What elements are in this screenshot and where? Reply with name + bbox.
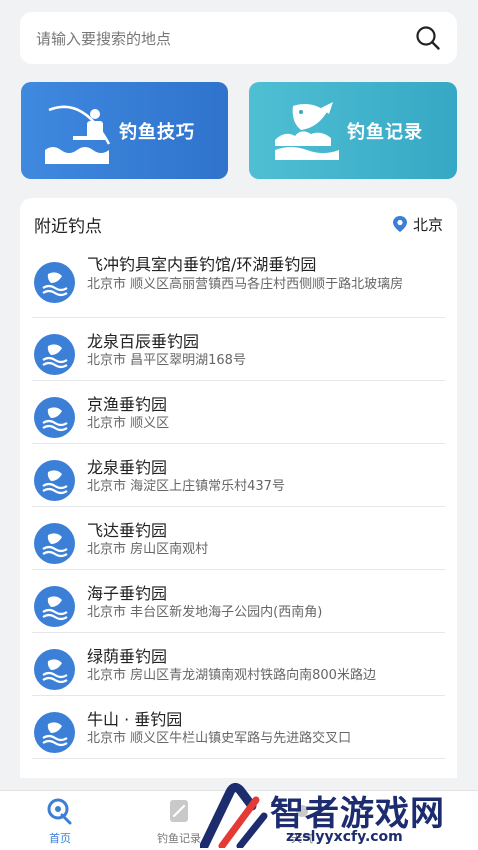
record-note-icon bbox=[170, 800, 188, 822]
fishing-record-card[interactable]: 钓鱼记录 bbox=[249, 82, 457, 179]
list-item[interactable]: 龙泉百辰垂钓园 北京市 昌平区翠明湖168号 bbox=[32, 318, 445, 381]
nearby-spots-panel: 附近钓点 北京 飞冲钓具室内垂钓馆/环湖垂钓园 北京市 顺义区高丽营镇西马各庄村… bbox=[20, 198, 457, 778]
fishing-tips-card[interactable]: 钓鱼技巧 bbox=[21, 82, 228, 179]
search-icon[interactable] bbox=[415, 25, 441, 51]
fish-record-icon bbox=[275, 102, 339, 160]
home-fishing-icon bbox=[47, 798, 72, 825]
spot-address: 北京市 房山区青龙湖镇南观村铁路向南800米路边 bbox=[87, 668, 376, 683]
list-item[interactable]: 牛山 · 垂钓园 北京市 顺义区牛栏山镇史军路与先进路交叉口 bbox=[32, 696, 445, 759]
watermark: 智者游戏网 zzslyyxcfy.com bbox=[200, 780, 478, 850]
spot-address: 北京市 海淀区上庄镇常乐村437号 bbox=[87, 479, 285, 494]
fishing-spot-icon bbox=[34, 334, 75, 375]
spot-name: 海子垂钓园 bbox=[87, 584, 168, 603]
search-input[interactable]: 请输入要搜索的地点 bbox=[36, 28, 415, 49]
spot-name: 龙泉百辰垂钓园 bbox=[87, 332, 200, 351]
fishing-spot-icon bbox=[34, 397, 75, 438]
list-item[interactable]: 绿荫垂钓园 北京市 房山区青龙湖镇南观村铁路向南800米路边 bbox=[32, 633, 445, 696]
spot-name: 牛山 · 垂钓园 bbox=[87, 710, 183, 729]
fishing-spot-icon bbox=[34, 586, 75, 627]
fishing-spot-icon bbox=[34, 262, 75, 303]
fishing-tips-label: 钓鱼技巧 bbox=[119, 121, 195, 143]
spot-address: 北京市 房山区南观村 bbox=[87, 542, 209, 557]
watermark-brand: 智者游戏网 bbox=[270, 794, 445, 834]
spot-address: 北京市 顺义区 bbox=[87, 416, 170, 431]
fishing-spot-icon bbox=[34, 712, 75, 753]
spot-name: 飞冲钓具室内垂钓馆/环湖垂钓园 bbox=[87, 255, 317, 274]
spot-address: 北京市 顺义区牛栏山镇史军路与先进路交叉口 bbox=[87, 731, 352, 746]
city-selector[interactable]: 北京 bbox=[392, 214, 443, 235]
watermark-logo-icon bbox=[200, 782, 268, 848]
list-item[interactable]: 海子垂钓园 北京市 丰台区新发地海子公园内(西南角) bbox=[32, 570, 445, 633]
spot-address: 北京市 丰台区新发地海子公园内(西南角) bbox=[87, 605, 323, 620]
list-item[interactable]: 龙泉垂钓园 北京市 海淀区上庄镇常乐村437号 bbox=[32, 444, 445, 507]
city-name: 北京 bbox=[412, 215, 443, 234]
spot-address: 北京市 昌平区翠明湖168号 bbox=[87, 353, 246, 368]
fishing-spot-icon bbox=[34, 649, 75, 690]
spot-name: 京渔垂钓园 bbox=[87, 395, 168, 414]
list-item[interactable]: 飞冲钓具室内垂钓馆/环湖垂钓园 北京市 顺义区高丽营镇西马各庄村西侧顺于路北玻璃… bbox=[32, 250, 445, 318]
spot-name: 飞达垂钓园 bbox=[87, 521, 168, 540]
fishing-record-label: 钓鱼记录 bbox=[347, 121, 423, 143]
list-item[interactable]: 飞达垂钓园 北京市 房山区南观村 bbox=[32, 507, 445, 570]
spot-address: 北京市 顺义区高丽营镇西马各庄村西侧顺于路北玻璃房 bbox=[87, 277, 404, 292]
location-pin-icon bbox=[392, 216, 407, 232]
nearby-title: 附近钓点 bbox=[34, 216, 102, 237]
list-item[interactable]: 京渔垂钓园 北京市 顺义区 bbox=[32, 381, 445, 444]
nearby-header: 附近钓点 北京 bbox=[20, 198, 457, 250]
tab-home-label: 首页 bbox=[49, 832, 71, 845]
fishing-spot-icon bbox=[34, 523, 75, 564]
spot-name: 龙泉垂钓园 bbox=[87, 458, 168, 477]
watermark-site: zzslyyxcfy.com bbox=[286, 829, 403, 845]
tab-home[interactable]: 首页 bbox=[20, 797, 100, 846]
spot-name: 绿荫垂钓园 bbox=[87, 647, 168, 666]
fisherman-icon bbox=[45, 105, 111, 164]
search-bar[interactable]: 请输入要搜索的地点 bbox=[20, 12, 457, 64]
fishing-spot-icon bbox=[34, 460, 75, 501]
